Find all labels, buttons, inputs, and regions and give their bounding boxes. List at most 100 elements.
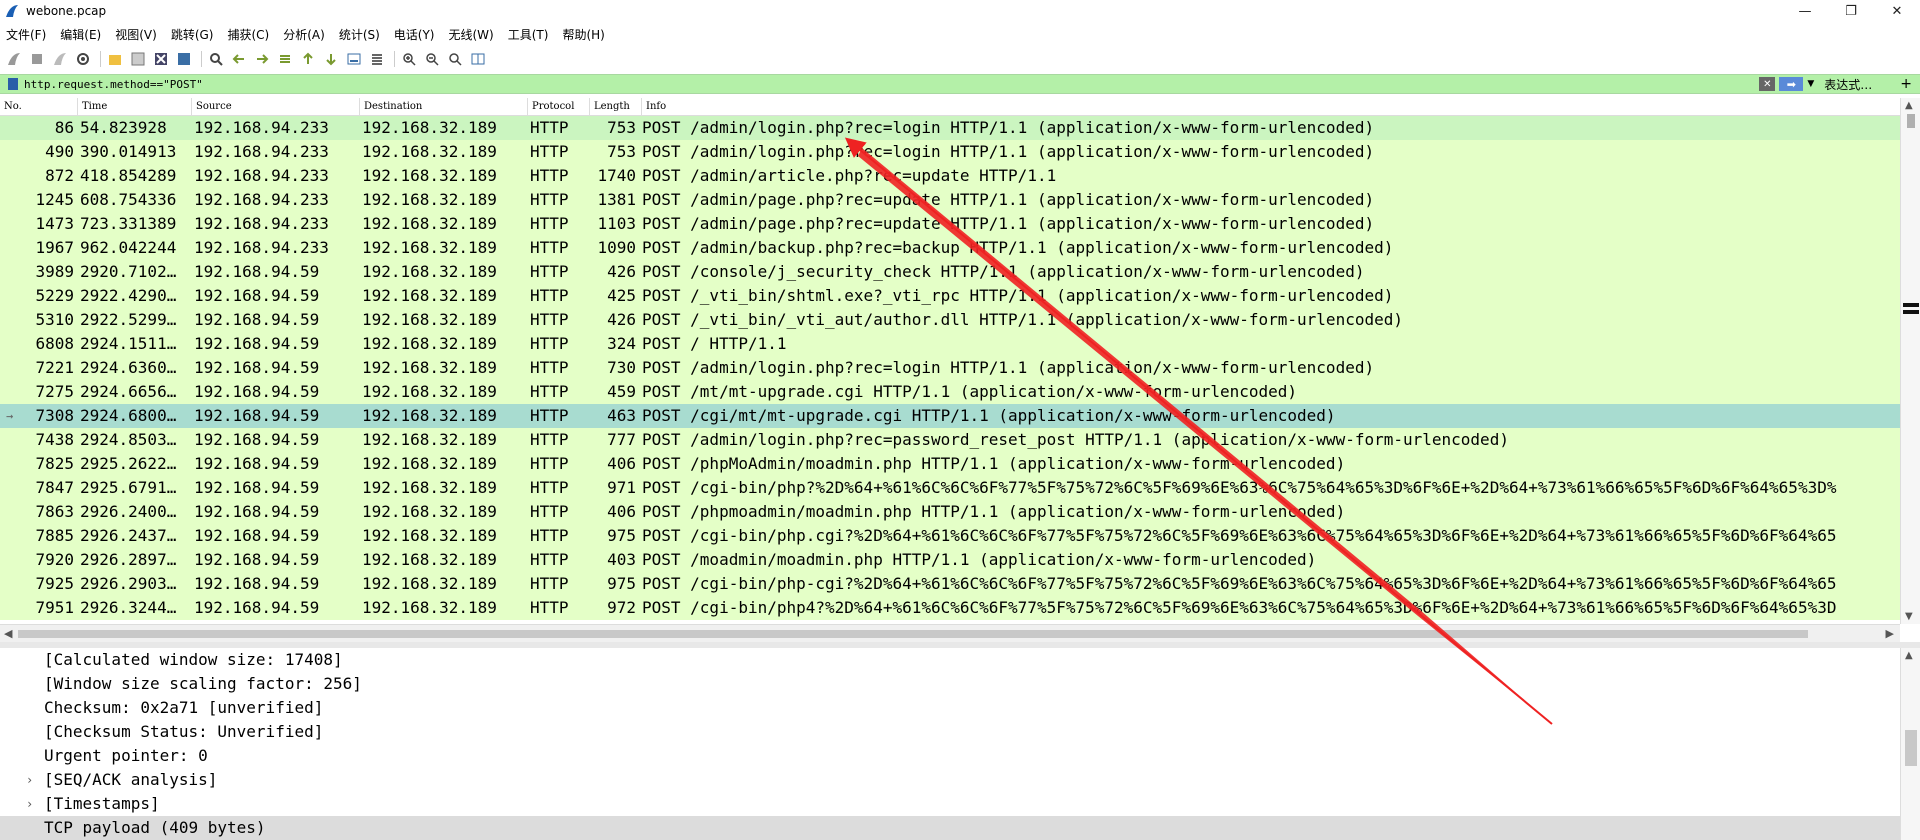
packet-row[interactable]: 7221 2924.6360… 192.168.94.59 192.168.32.18… (0, 356, 1900, 380)
packet-row[interactable]: 7275 2924.6656… 192.168.94.59 192.168.32.18… (0, 380, 1900, 404)
packet-number: 7825 (35, 454, 74, 473)
restart-icon[interactable] (50, 49, 70, 69)
column-header-length[interactable]: Length (590, 98, 642, 116)
colorize-icon[interactable] (367, 49, 387, 69)
packet-number: 1245 (35, 190, 74, 209)
apply-filter-icon[interactable]: ➡ (1779, 77, 1804, 91)
detail-row[interactable]: [Calculated window size: 17408] (0, 648, 1900, 672)
shark-start-icon[interactable] (4, 49, 24, 69)
last-icon[interactable] (321, 49, 341, 69)
scroll-right-icon[interactable]: ▶ (1886, 627, 1894, 640)
packet-row[interactable]: 1473 723.331389 192.168.94.233 192.168.32.1… (0, 212, 1900, 236)
column-header-destination[interactable]: Destination (360, 98, 528, 116)
menu-edit[interactable]: 编辑(E) (60, 26, 101, 43)
detail-row[interactable]: › [SEQ/ACK analysis] (0, 768, 1900, 792)
detail-row[interactable]: Urgent pointer: 0 (0, 744, 1900, 768)
expand-chevron-icon[interactable]: › (26, 792, 33, 816)
packet-source: 192.168.94.233 (194, 118, 329, 137)
packet-protocol: HTTP (530, 406, 569, 425)
details-scrollbar[interactable]: ▲ (1900, 648, 1920, 840)
packet-row[interactable]: 3989 2920.7102… 192.168.94.59 192.168.32.18… (0, 260, 1900, 284)
save-icon[interactable] (128, 49, 148, 69)
open-icon[interactable] (105, 49, 125, 69)
packet-info: POST /admin/login.php?rec=login HTTP/1.1… (642, 142, 1375, 161)
bookmark-icon[interactable] (8, 78, 18, 90)
scroll-left-icon[interactable]: ◀ (4, 627, 12, 640)
resize-columns-icon[interactable] (468, 49, 488, 69)
packet-row[interactable]: 6808 2924.1511… 192.168.94.59 192.168.32.18… (0, 332, 1900, 356)
clear-filter-icon[interactable]: ✕ (1759, 77, 1776, 91)
find-icon[interactable] (206, 49, 226, 69)
menu-analyze[interactable]: 分析(A) (283, 26, 325, 43)
menu-capture[interactable]: 捕获(C) (227, 26, 269, 43)
packet-row[interactable]: 5310 2922.5299… 192.168.94.59 192.168.32.18… (0, 308, 1900, 332)
zoom-in-icon[interactable] (399, 49, 419, 69)
menu-view[interactable]: 视图(V) (115, 26, 157, 43)
forward-icon[interactable] (252, 49, 272, 69)
expand-chevron-icon[interactable]: › (26, 768, 33, 792)
packet-row[interactable]: 872 418.854289 192.168.94.233 192.168.32.18… (0, 164, 1900, 188)
hscrollbar-thumb[interactable] (18, 630, 1808, 638)
zoom-out-icon[interactable] (422, 49, 442, 69)
reload-icon[interactable] (174, 49, 194, 69)
back-icon[interactable] (229, 49, 249, 69)
packet-row[interactable]: 7885 2926.2437… 192.168.94.59 192.168.32.18… (0, 524, 1900, 548)
menu-telephony[interactable]: 电话(Y) (394, 26, 435, 43)
detail-row[interactable]: [Window size scaling factor: 256] (0, 672, 1900, 696)
scroll-down-icon[interactable]: ▼ (1905, 611, 1913, 622)
display-filter-input[interactable] (24, 75, 1760, 93)
close-file-icon[interactable] (151, 49, 171, 69)
detail-row[interactable]: Checksum: 0x2a71 [unverified] (0, 696, 1900, 720)
packet-row[interactable]: 7847 2925.6791… 192.168.94.59 192.168.32.18… (0, 476, 1900, 500)
column-header-source[interactable]: Source (192, 98, 360, 116)
scroll-up-icon[interactable]: ▲ (1905, 650, 1913, 661)
packet-row[interactable]: 7925 2926.2903… 192.168.94.59 192.168.32.18… (0, 572, 1900, 596)
packet-row[interactable]: 7920 2926.2897… 192.168.94.59 192.168.32.18… (0, 548, 1900, 572)
stop-icon[interactable] (27, 49, 47, 69)
column-header-protocol[interactable]: Protocol (528, 98, 590, 116)
packet-row[interactable]: 7825 2925.2622… 192.168.94.59 192.168.32.18… (0, 452, 1900, 476)
packet-source: 192.168.94.59 (194, 406, 320, 425)
column-header-info[interactable]: Info (642, 98, 1900, 116)
autoscroll-icon[interactable] (344, 49, 364, 69)
column-header-time[interactable]: Time (78, 98, 192, 116)
detail-row[interactable]: [Checksum Status: Unverified] (0, 720, 1900, 744)
packet-list-scrollbar[interactable]: ▲ ▼ (1900, 98, 1920, 624)
filter-history-dropdown-icon[interactable]: ▼ (1807, 79, 1814, 89)
scrollbar-thumb[interactable] (1907, 114, 1915, 128)
packet-row[interactable]: 1967 962.042244 192.168.94.233 192.168.32.1… (0, 236, 1900, 260)
close-button[interactable]: ✕ (1874, 0, 1920, 22)
options-icon[interactable] (73, 49, 93, 69)
first-icon[interactable] (298, 49, 318, 69)
menu-wireless[interactable]: 无线(W) (449, 26, 494, 43)
packet-row[interactable]: 1245 608.754336 192.168.94.233 192.168.32.1… (0, 188, 1900, 212)
packet-row[interactable]: 7863 2926.2400… 192.168.94.59 192.168.32.18… (0, 500, 1900, 524)
detail-row[interactable]: › [Timestamps] (0, 792, 1900, 816)
add-filter-button[interactable]: + (1900, 76, 1912, 92)
menu-go[interactable]: 跳转(G) (171, 26, 214, 43)
packet-row[interactable]: 490 390.014913 192.168.94.233 192.168.32.18… (0, 140, 1900, 164)
packet-list-hscrollbar[interactable]: ◀ ▶ (0, 624, 1900, 642)
packet-row[interactable]: 86 54.823928 192.168.94.233 192.168.32.189 H… (0, 116, 1900, 140)
zoom-reset-icon[interactable] (445, 49, 465, 69)
packet-number: 872 (45, 166, 74, 185)
packet-protocol: HTTP (530, 550, 569, 569)
scroll-up-icon[interactable]: ▲ (1905, 100, 1913, 111)
packet-row[interactable]: 5229 2922.4290… 192.168.94.59 192.168.32.18… (0, 284, 1900, 308)
goto-icon[interactable] (275, 49, 295, 69)
packet-row[interactable]: → 7308 2924.6800… 192.168.94.59 192.168.32.1… (0, 404, 1900, 428)
expression-button[interactable]: 表达式… (1824, 76, 1872, 93)
menu-tools[interactable]: 工具(T) (508, 26, 549, 43)
column-header-no[interactable]: No. (0, 98, 78, 116)
packet-row[interactable]: 7438 2924.8503… 192.168.94.59 192.168.32.18… (0, 428, 1900, 452)
menu-file[interactable]: 文件(F) (6, 26, 46, 43)
packet-number: 7920 (35, 550, 74, 569)
detail-row-selected[interactable]: TCP payload (409 bytes) (0, 816, 1900, 840)
packet-row[interactable]: 7951 2926.3244… 192.168.94.59 192.168.32.18… (0, 596, 1900, 620)
scrollbar-thumb[interactable] (1905, 730, 1917, 766)
maximize-button[interactable]: ❐ (1828, 0, 1874, 22)
menu-help[interactable]: 帮助(H) (562, 26, 604, 43)
menu-statistics[interactable]: 统计(S) (339, 26, 380, 43)
packet-destination: 192.168.32.189 (362, 550, 497, 569)
minimize-button[interactable]: — (1782, 0, 1828, 22)
